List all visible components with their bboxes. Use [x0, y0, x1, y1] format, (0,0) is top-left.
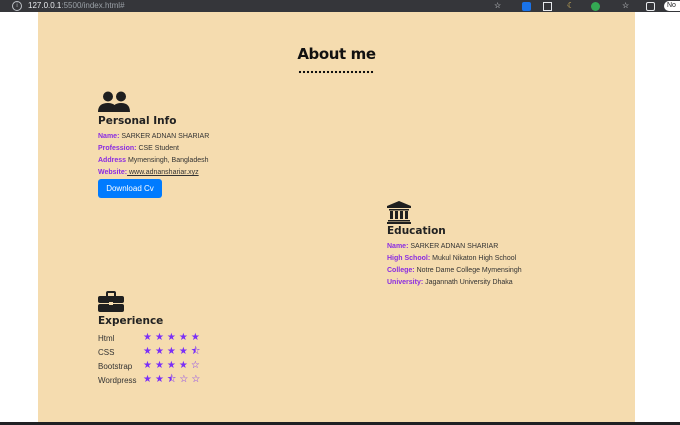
- skill-rating-stars: ★★★★⯪: [143, 346, 204, 357]
- title-underline-dots: [298, 70, 374, 74]
- row-key: High School:: [387, 255, 431, 262]
- url-host: 127.0.0.1: [28, 1, 62, 10]
- row-key: Profession:: [98, 145, 137, 152]
- url-path: :5500/index.html#: [61, 1, 125, 10]
- row-key: Website:: [98, 169, 128, 176]
- address-bar[interactable]: 127.0.0.1:5500/index.html#: [28, 1, 125, 11]
- row-value: SARKER ADNAN SHARIAR: [408, 243, 499, 250]
- moon-icon[interactable]: ☾: [567, 1, 574, 11]
- row-key: Name:: [387, 243, 409, 250]
- info-icon[interactable]: i: [12, 1, 22, 11]
- bookmark-star-icon[interactable]: ☆: [494, 1, 501, 11]
- personal-row-website: Website: www.adnanshariar.xyz: [98, 169, 199, 176]
- education-row-name: Name: SARKER ADNAN SHARIAR: [387, 243, 498, 250]
- extension-icon[interactable]: [543, 2, 552, 11]
- row-key: Address: [98, 157, 127, 164]
- education-row-college: College: Notre Dame College Mymensingh: [387, 267, 522, 274]
- browser-toolbar: i 127.0.0.1:5500/index.html# ☆ ☾ ☆ No: [0, 0, 680, 12]
- skill-rating-stars: ★★⯪☆☆: [143, 374, 204, 385]
- university-icon: [387, 201, 411, 224]
- row-key: University:: [387, 279, 424, 286]
- row-value: Jagannath University Dhaka: [423, 279, 513, 286]
- skill-name: Html: [98, 334, 115, 343]
- education-row-high-school: High School: Mukul Nikaton High School: [387, 255, 516, 262]
- education-row-university: University: Jagannath University Dhaka: [387, 279, 513, 286]
- skill-rating-stars: ★★★★★: [143, 332, 203, 343]
- website-link[interactable]: www.adnanshariar.xyz: [127, 169, 199, 176]
- skill-name: CSS: [98, 348, 115, 357]
- personal-row-profession: Profession: CSE Student: [98, 145, 179, 152]
- download-cv-button[interactable]: Download Cv: [98, 179, 162, 198]
- row-value: Mukul Nikaton High School: [430, 255, 517, 262]
- skill-rating-stars: ★★★★☆: [143, 360, 203, 371]
- skill-name: Bootstrap: [98, 362, 133, 371]
- profile-button[interactable]: No: [664, 1, 680, 11]
- row-key: College:: [387, 267, 415, 274]
- about-section: About me Personal Info Name: SARKER ADNA…: [38, 12, 635, 422]
- experience-title: Experience: [98, 315, 164, 327]
- personal-row-name: Name: SARKER ADNAN SHARIAR: [98, 133, 209, 140]
- row-value: Notre Dame College Mymensingh: [414, 267, 522, 274]
- tab-search-icon[interactable]: [646, 2, 655, 11]
- personal-row-address: Address Mymensingh, Bangladesh: [98, 157, 209, 164]
- extension-icon[interactable]: [591, 2, 600, 11]
- page-title: About me: [297, 45, 376, 63]
- extension-icon[interactable]: [522, 2, 531, 11]
- skill-name: Wordpress: [98, 376, 137, 385]
- bookmarks-icon[interactable]: ☆: [622, 1, 629, 11]
- row-key: Name:: [98, 133, 120, 140]
- users-icon: [98, 91, 130, 112]
- row-value: CSE Student: [136, 145, 179, 152]
- row-value: Mymensingh, Bangladesh: [126, 157, 209, 164]
- personal-info-title: Personal Info: [98, 115, 177, 127]
- education-title: Education: [387, 225, 446, 237]
- row-value: SARKER ADNAN SHARIAR: [119, 133, 210, 140]
- briefcase-icon: [98, 291, 124, 312]
